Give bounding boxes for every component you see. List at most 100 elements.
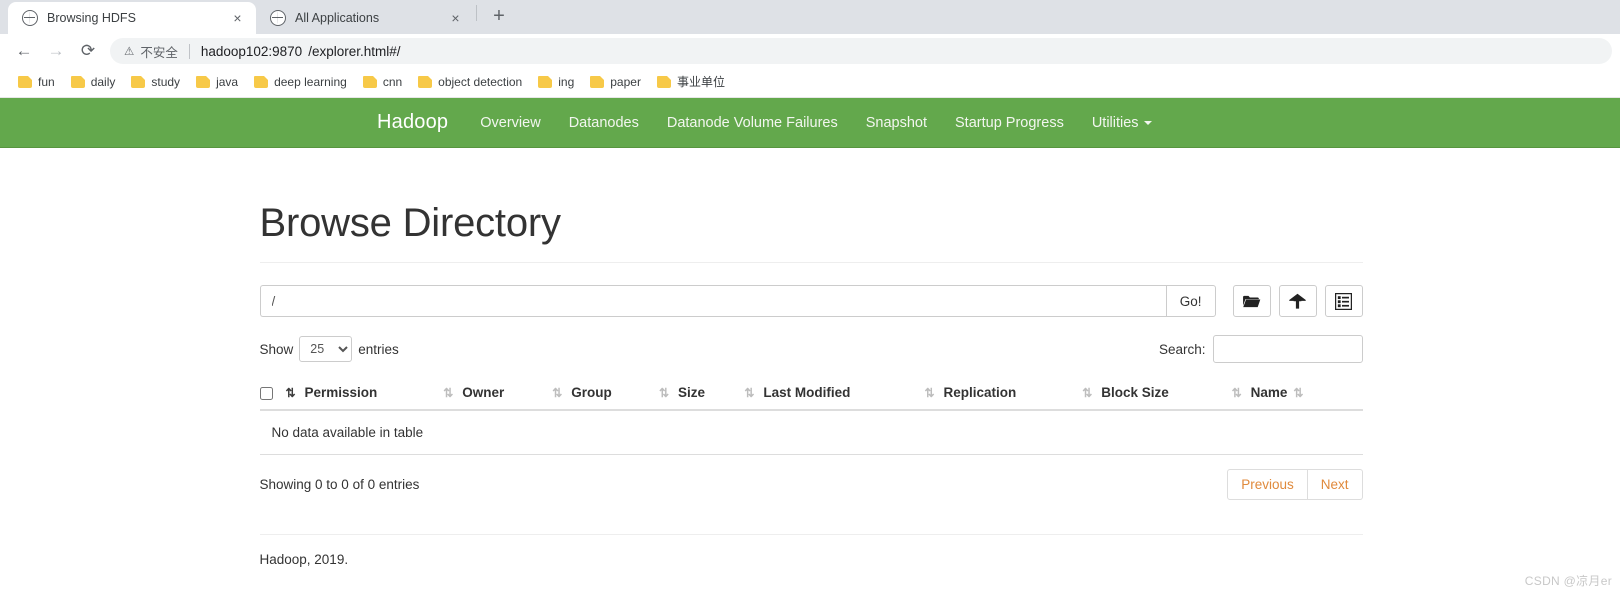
clipboard-list-icon — [1335, 292, 1352, 310]
bookmark-label: java — [216, 74, 239, 89]
bookmark-java[interactable]: java — [188, 73, 246, 91]
bookmark-paper[interactable]: paper — [582, 73, 649, 91]
column-last-modified[interactable]: ⇅ Last Modified — [744, 376, 925, 411]
folder-icon — [131, 75, 146, 88]
bookmark-label: ing — [558, 74, 575, 89]
bookmark-ing[interactable]: ing — [530, 73, 582, 91]
page-footer: Hadoop, 2019. — [259, 552, 349, 567]
column-label: Permission — [304, 385, 378, 400]
sort-icon: ⇅ — [1231, 386, 1242, 400]
bookmark-label: 事业单位 — [676, 75, 725, 89]
main-container: Browse Directory Go! — [258, 201, 1363, 567]
nav-item-snapshot[interactable]: Snapshot — [852, 98, 941, 148]
folder-icon — [196, 75, 211, 88]
browser-toolbar: ← → ⟳ ⚠ 不安全 hadoop102:9870/explorer.html… — [0, 34, 1620, 68]
bookmark-daily[interactable]: daily — [63, 73, 124, 91]
table-head: ⇅ Permission ⇅ Owner ⇅ Group ⇅ Size ⇅ Last Mo — [259, 376, 1363, 411]
upload-files-button[interactable] — [1278, 285, 1317, 317]
page-length-control: Show 10 25 50 100 entries — [260, 336, 399, 362]
column-group[interactable]: ⇅ Group — [552, 376, 659, 411]
select-all-header[interactable] — [259, 376, 286, 411]
forward-icon[interactable]: → — [40, 36, 72, 66]
folder-icon — [1243, 295, 1261, 307]
bookmark-cnn[interactable]: cnn — [355, 73, 410, 91]
column-permission[interactable]: ⇅ Permission — [285, 376, 444, 411]
bookmark-label: daily — [90, 74, 116, 89]
entries-label: entries — [358, 341, 399, 357]
column-block-size[interactable]: ⇅ Block Size — [1082, 376, 1232, 411]
column-replication[interactable]: ⇅ Replication — [924, 376, 1083, 411]
nav-item-startup-progress[interactable]: Startup Progress — [941, 98, 1078, 148]
sort-icon: ⇅ — [924, 386, 935, 400]
tab-browsing-hdfs[interactable]: Browsing HDFS × — [8, 2, 256, 34]
tab-title: Browsing HDFS — [47, 11, 136, 25]
watermark: CSDN @凉月er — [1524, 574, 1612, 588]
datatable-controls: Show 10 25 50 100 entries Search: — [260, 335, 1363, 363]
path-input-group: Go! — [259, 285, 1216, 317]
url-path: /explorer.html#/ — [308, 43, 401, 59]
table-row-empty: No data available in table — [259, 410, 1363, 455]
reload-icon[interactable]: ⟳ — [72, 36, 104, 66]
bookmark-label: paper — [610, 74, 641, 89]
column-label: Group — [571, 385, 612, 400]
search-input[interactable] — [1212, 335, 1363, 363]
bookmark-label: object detection — [438, 74, 523, 89]
bookmark-study[interactable]: study — [123, 73, 188, 91]
brand-hadoop[interactable]: Hadoop — [377, 111, 466, 134]
column-label: Owner — [462, 385, 505, 400]
nav-item-utilities[interactable]: Utilities — [1078, 98, 1166, 148]
column-label: Replication — [943, 385, 1017, 400]
directory-table: ⇅ Permission ⇅ Owner ⇅ Group ⇅ Size ⇅ Last Mo — [259, 376, 1363, 455]
tab-divider — [476, 5, 477, 21]
table-header-row: ⇅ Permission ⇅ Owner ⇅ Group ⇅ Size ⇅ Last Mo — [259, 376, 1363, 411]
folder-icon — [254, 75, 269, 88]
page-length-select[interactable]: 10 25 50 100 — [299, 336, 353, 362]
select-all-checkbox[interactable] — [259, 386, 273, 400]
upload-icon — [1289, 293, 1306, 309]
nav-item-overview[interactable]: Overview — [466, 98, 554, 148]
nav-item-datanode-volume-failures[interactable]: Datanode Volume Failures — [653, 98, 852, 148]
entries-info: Showing 0 to 0 of 0 entries — [259, 477, 420, 492]
sort-icon: ⇅ — [658, 386, 670, 400]
empty-message: No data available in table — [259, 410, 1363, 455]
column-name[interactable]: ⇅ Name ⇅ — [1231, 376, 1363, 411]
bookmark-shiye-danwei[interactable]: 事业单位 — [649, 71, 733, 92]
folder-icon — [538, 75, 553, 88]
folder-icon — [418, 75, 433, 88]
back-icon[interactable]: ← — [8, 36, 40, 66]
tab-all-applications[interactable]: All Applications × — [256, 2, 474, 34]
nav-item-label: Utilities — [1091, 114, 1139, 131]
search-control: Search: — [1159, 335, 1363, 363]
bookmark-fun[interactable]: fun — [10, 73, 63, 91]
nav-item-datanodes[interactable]: Datanodes — [555, 98, 653, 148]
bookmark-label: cnn — [382, 74, 403, 89]
column-owner[interactable]: ⇅ Owner — [443, 376, 553, 411]
browser-window: Browsing HDFS × All Applications × + ← →… — [0, 0, 1620, 594]
bookmark-label: fun — [38, 74, 55, 89]
folder-icon — [18, 75, 32, 88]
column-size[interactable]: ⇅ Size — [658, 376, 745, 411]
address-bar[interactable]: ⚠ 不安全 hadoop102:9870/explorer.html#/ — [110, 38, 1612, 64]
table-body: No data available in table — [259, 410, 1363, 455]
datatable-footer: Showing 0 to 0 of 0 entries Previous Nex… — [260, 469, 1363, 500]
next-page-button[interactable]: Next — [1307, 469, 1363, 500]
previous-page-button[interactable]: Previous — [1227, 469, 1308, 500]
new-tab-button[interactable]: + — [485, 3, 513, 31]
bookmark-deep-learning[interactable]: deep learning — [246, 73, 355, 91]
pagination: Previous Next — [1227, 469, 1363, 500]
close-icon[interactable]: × — [229, 10, 246, 27]
bookmarks-bar: fun daily study java deep learning cnn o… — [0, 68, 1620, 98]
show-label: Show — [259, 341, 294, 357]
warning-icon: ⚠ — [124, 46, 135, 58]
path-input[interactable] — [259, 285, 1166, 317]
go-button[interactable]: Go! — [1165, 285, 1216, 317]
cut-paste-button[interactable] — [1324, 285, 1363, 317]
page-title: Browse Directory — [259, 201, 562, 245]
directory-tools — [1232, 285, 1363, 317]
create-directory-button[interactable] — [1232, 285, 1271, 317]
close-icon[interactable]: × — [447, 10, 464, 27]
column-label: Block Size — [1101, 385, 1169, 400]
path-toolbar: Go! — [259, 285, 1363, 317]
hadoop-navbar: Hadoop Overview Datanodes Datanode Volum… — [0, 98, 1620, 148]
bookmark-object-detection[interactable]: object detection — [410, 73, 530, 91]
